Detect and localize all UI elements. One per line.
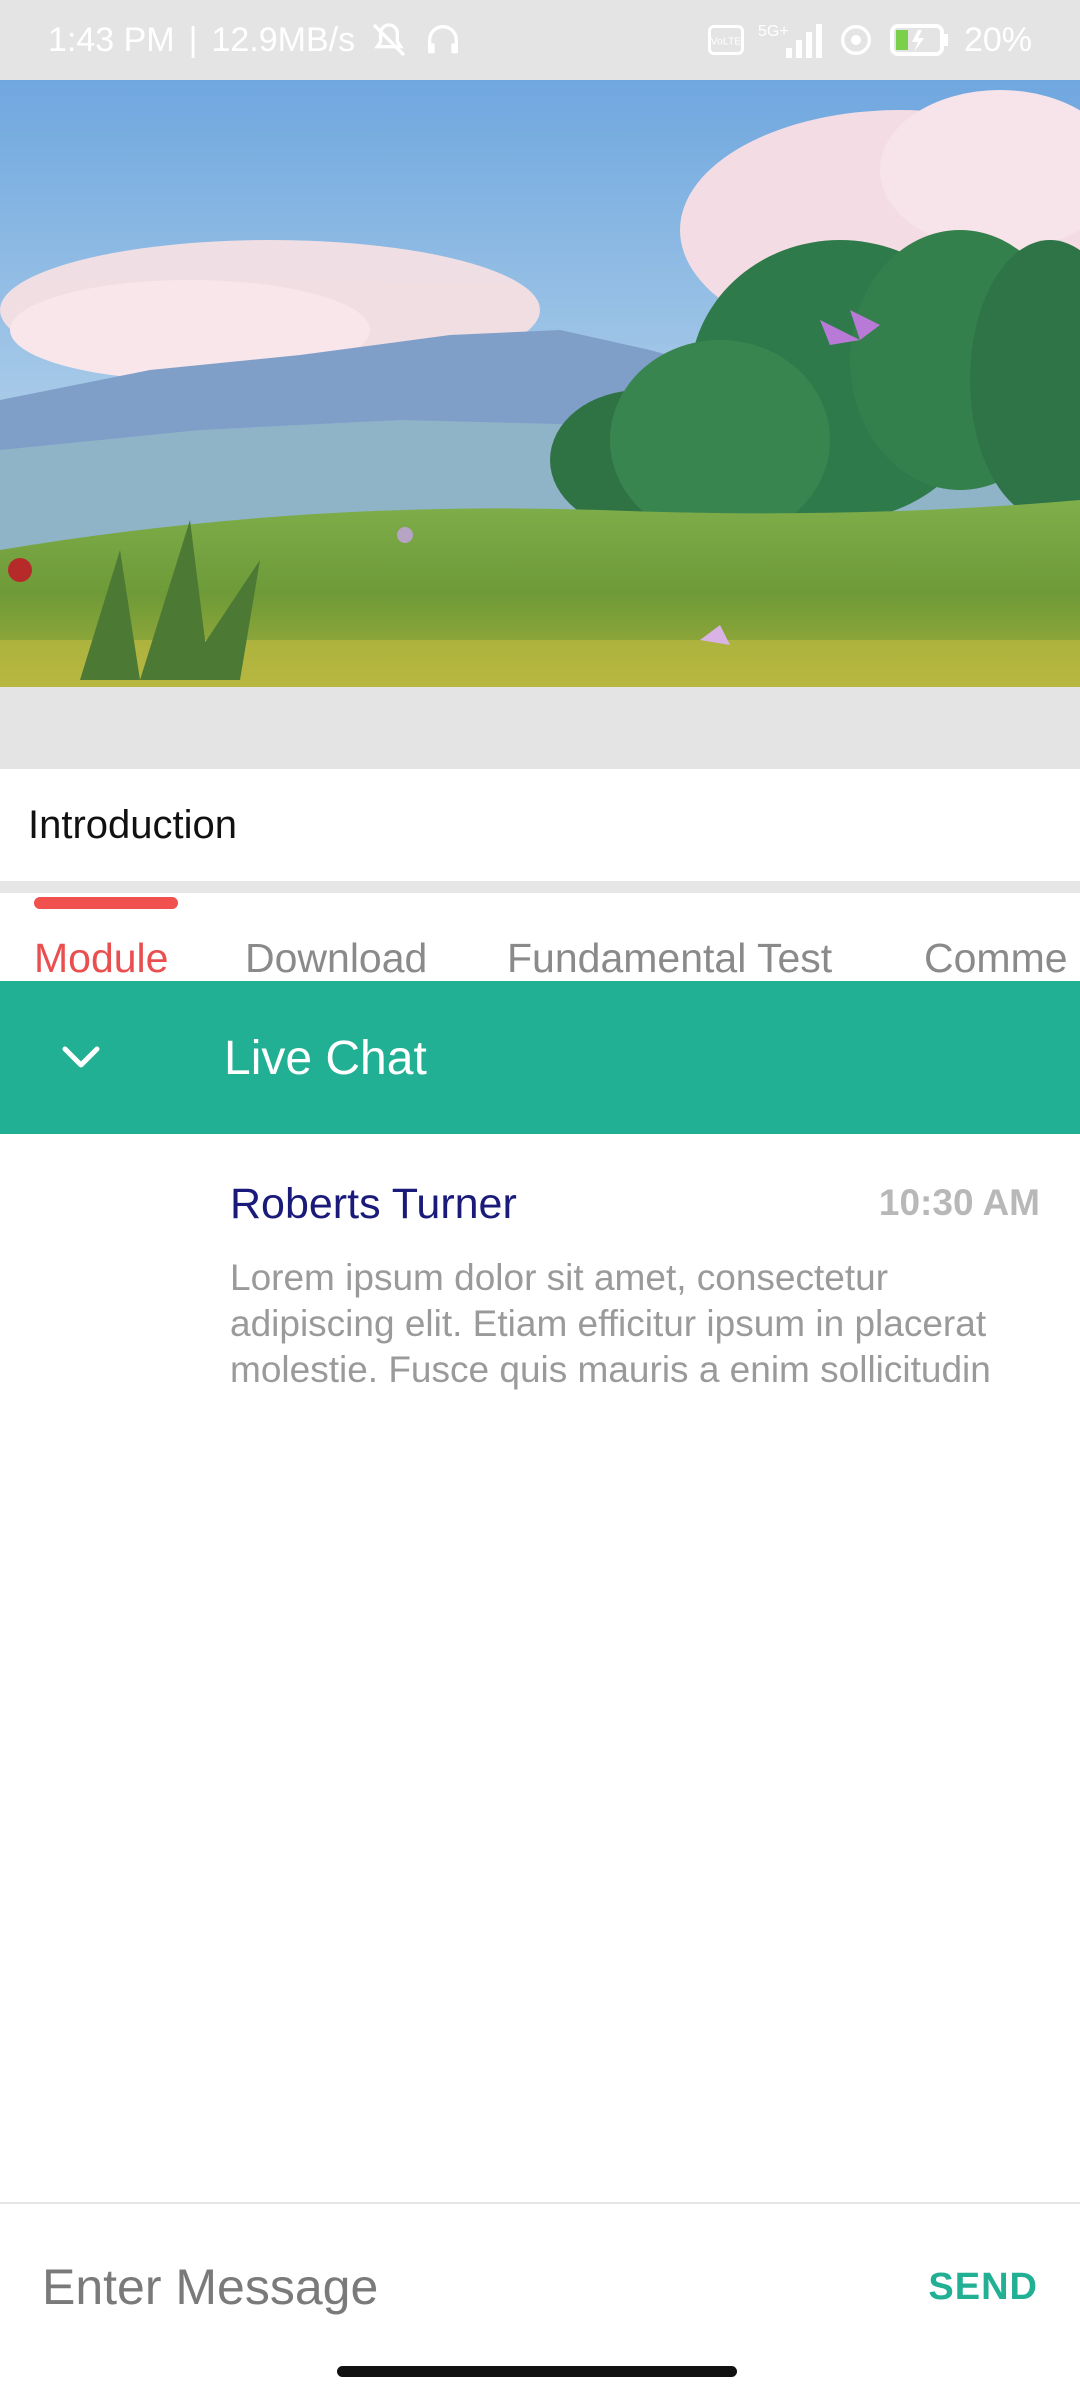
live-chat-header: Live Chat: [0, 981, 1080, 1134]
chat-message: Roberts Turner 10:30 AM Lorem ipsum dolo…: [230, 1180, 1040, 1393]
lesson-title-row: Introduction: [0, 769, 1080, 881]
tab-fundamental-test[interactable]: Fundamental Test: [507, 935, 832, 981]
live-chat-title: Live Chat: [224, 1032, 427, 1085]
tab-download[interactable]: Download: [245, 935, 427, 981]
chevron-down-icon[interactable]: [56, 1033, 106, 1083]
svg-text:VoLTE: VoLTE: [711, 36, 742, 48]
home-indicator[interactable]: [337, 2366, 737, 2377]
message-time: 10:30 AM: [878, 1182, 1040, 1223]
mute-icon: [369, 20, 409, 60]
status-right: VoLTE 5G+ 20%: [707, 20, 1032, 60]
status-left: 1:43 PM | 12.9MB/s: [48, 20, 463, 60]
lesson-title: Introduction: [28, 802, 238, 847]
status-separator: |: [188, 20, 198, 59]
hotspot-icon: [836, 20, 876, 60]
battery-percent: 20%: [963, 20, 1032, 59]
status-bar: 1:43 PM | 12.9MB/s VoLTE 5G+ 20%: [0, 0, 1080, 80]
video-bottom-bar: [0, 687, 1080, 769]
message-composer: SEND: [0, 2204, 1080, 2364]
tab-module[interactable]: Module: [34, 935, 168, 981]
tab-bar: Module Download Fundamental Test Comme: [0, 893, 1080, 981]
send-button[interactable]: SEND: [928, 2266, 1038, 2309]
battery-icon: [889, 23, 950, 57]
message-text: Lorem ipsum dolor sit amet, consectetur …: [230, 1257, 991, 1390]
video-player[interactable]: [0, 80, 1080, 687]
svg-text:5G+: 5G+: [758, 23, 789, 40]
video-thumbnail: [0, 80, 1080, 687]
headphones-icon: [423, 20, 463, 60]
tab-comments[interactable]: Comme: [924, 935, 1068, 981]
message-input[interactable]: [40, 2246, 864, 2328]
tab-active-indicator: [34, 897, 178, 909]
divider: [0, 881, 1080, 893]
signal-icon: 5G+: [758, 20, 822, 60]
status-speed: 12.9MB/s: [211, 20, 356, 59]
status-time: 1:43 PM: [48, 20, 175, 59]
volte-icon: VoLTE: [707, 24, 744, 56]
